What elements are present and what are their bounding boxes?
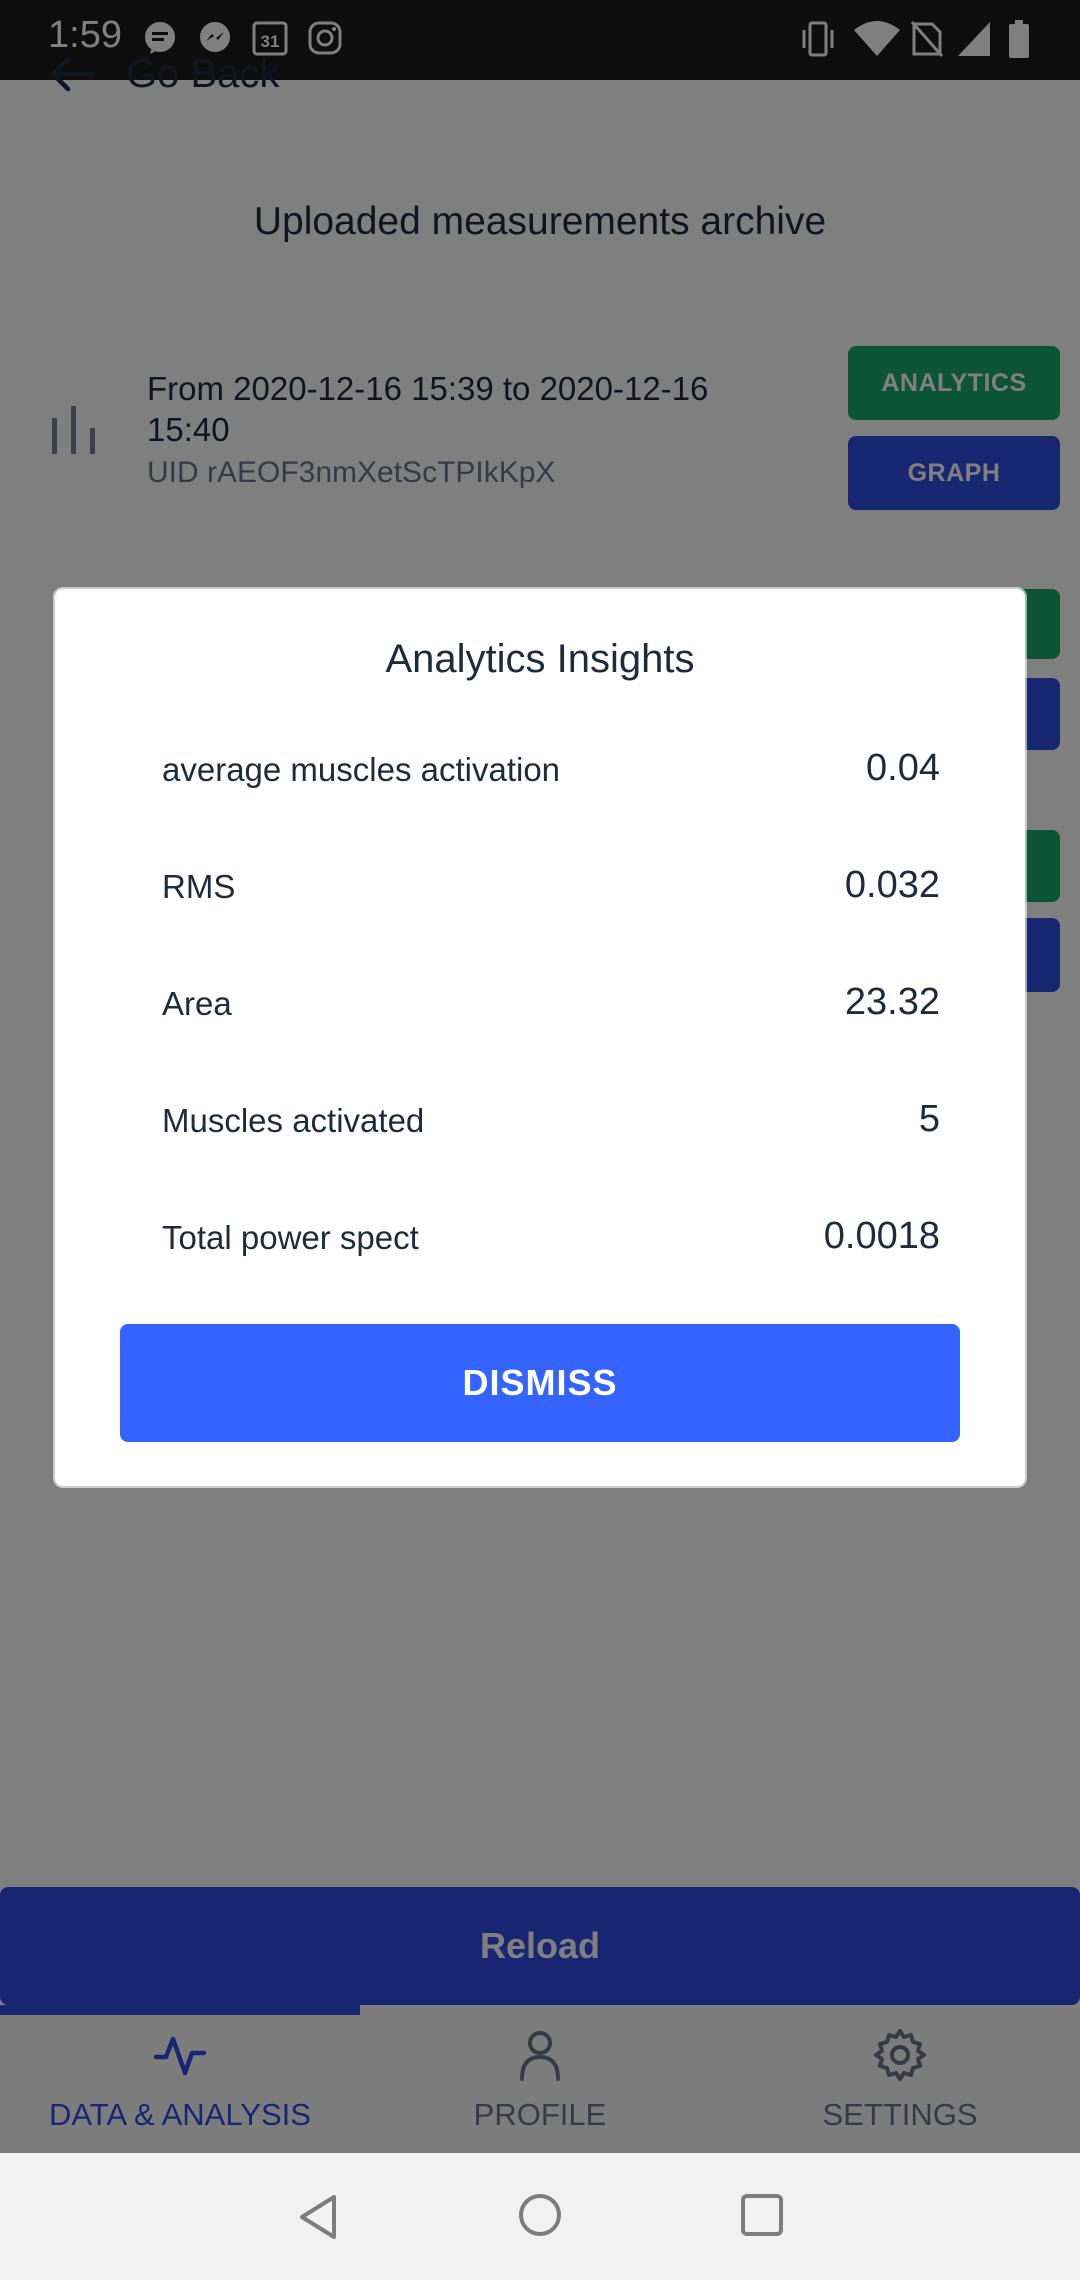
metric-value: 0.04 xyxy=(866,747,940,789)
analytics-dialog: Analytics Insights average muscles activ… xyxy=(55,589,1025,1486)
metric-label: Muscles activated xyxy=(162,1102,425,1139)
metric-value: 5 xyxy=(918,1098,940,1140)
recents-square-icon[interactable] xyxy=(740,2193,784,2237)
dialog-title: Analytics Insights xyxy=(385,637,695,681)
metric-row: Total power spect 0.0018 xyxy=(162,1209,940,1269)
metric-label: Total power spect xyxy=(162,1219,419,1256)
scrim xyxy=(0,0,1080,80)
metric-label: Area xyxy=(162,985,232,1022)
metric-label: average muscles activation xyxy=(162,751,561,788)
home-circle-icon[interactable] xyxy=(518,2193,562,2237)
system-navigation-bar xyxy=(0,2153,1080,2280)
back-triangle-icon[interactable] xyxy=(296,2193,340,2241)
metric-label: RMS xyxy=(162,868,236,905)
metric-row: Area 23.32 xyxy=(162,975,940,1035)
dismiss-button[interactable]: DISMISS xyxy=(120,1324,960,1442)
metric-value: 0.032 xyxy=(844,864,940,906)
metric-row: RMS 0.032 xyxy=(162,858,940,918)
metric-value: 0.0018 xyxy=(823,1215,940,1257)
metric-value: 23.32 xyxy=(844,981,940,1023)
metric-row: average muscles activation 0.04 xyxy=(162,741,940,801)
metric-row: Muscles activated 5 xyxy=(162,1092,940,1152)
